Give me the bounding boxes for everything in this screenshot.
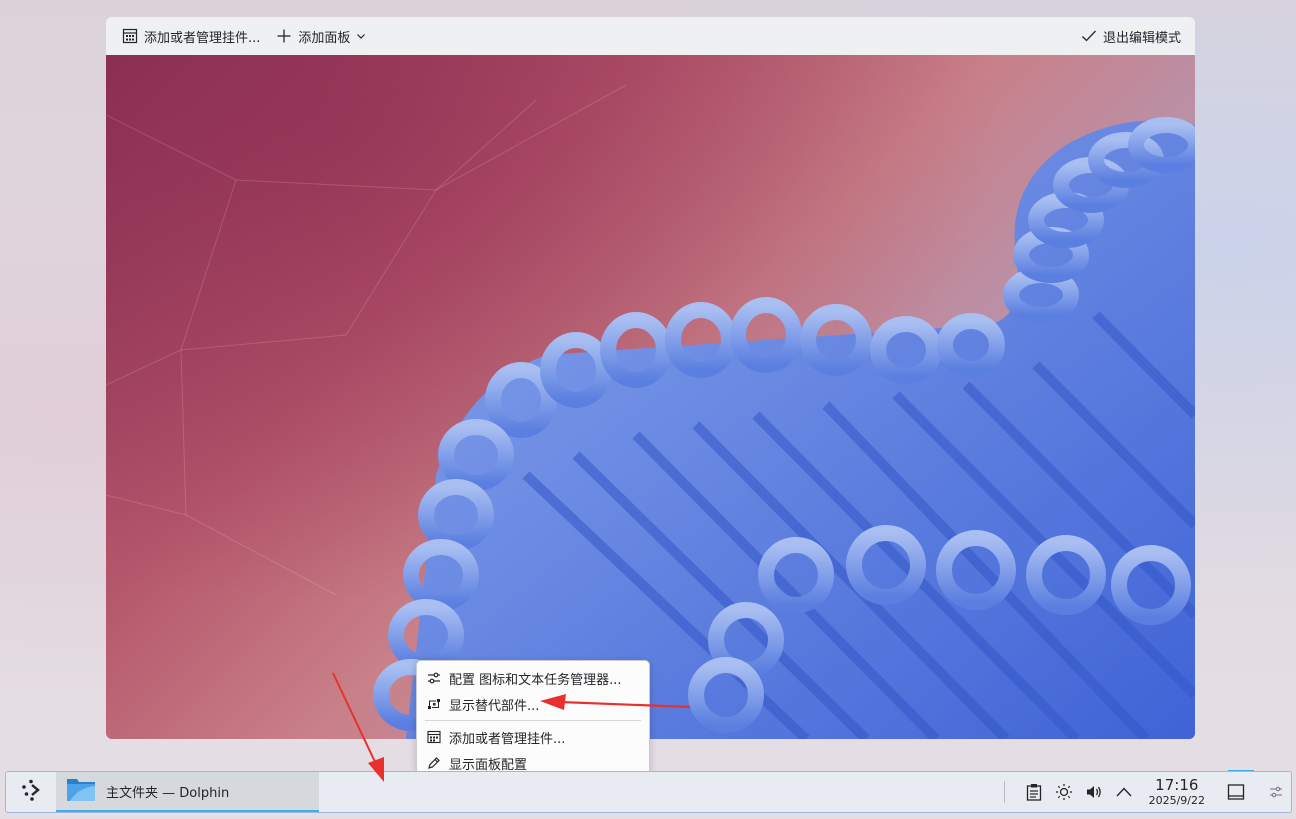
exit-edit-mode-button[interactable]: 退出编辑模式 (1075, 22, 1187, 50)
brightness-icon[interactable] (1055, 783, 1073, 801)
volume-icon[interactable] (1085, 783, 1103, 801)
menu-item-configure-task-manager[interactable]: 配置 图标和文本任务管理器... (417, 665, 649, 691)
bottom-panel[interactable]: 主文件夹 — Dolphin 17:16 2025/9/22 (5, 771, 1292, 813)
widgets-icon (427, 730, 441, 744)
kde-launcher-icon (19, 778, 43, 806)
menu-item-label: 显示面板配置 (449, 757, 528, 773)
menu-item-label: 添加或者管理挂件... (449, 731, 566, 747)
configure-icon (427, 671, 441, 685)
chevron-down-icon (356, 31, 366, 41)
folder-icon (66, 776, 96, 806)
chevron-up-icon[interactable] (1115, 783, 1133, 801)
system-tray: 17:16 2025/9/22 (1003, 776, 1291, 807)
menu-item-label: 配置 图标和文本任务管理器... (449, 672, 622, 688)
edit-mode-toolbar: 添加或者管理挂件... 添加面板 退出编辑模式 (106, 17, 1195, 55)
panel-context-menu: 配置 图标和文本任务管理器... 显示替代部件... 添加或者管理挂件... 显… (416, 660, 650, 777)
wallpaper-artwork (106, 84, 1195, 739)
application-launcher-button[interactable] (6, 771, 56, 813)
desktop-wallpaper-preview (106, 55, 1195, 739)
digital-clock[interactable]: 17:16 2025/9/22 (1148, 776, 1205, 807)
panel-settings-icon[interactable] (1267, 783, 1285, 801)
show-desktop-icon[interactable] (1227, 783, 1245, 801)
add-widgets-label: 添加或者管理挂件... (144, 30, 261, 46)
task-dolphin[interactable]: 主文件夹 — Dolphin (56, 772, 319, 812)
menu-item-show-alternatives[interactable]: 显示替代部件... (417, 691, 649, 717)
clock-time: 17:16 (1155, 776, 1199, 794)
checkmark-icon (1081, 28, 1097, 44)
clock-date: 2025/9/22 (1148, 794, 1205, 807)
alternatives-icon (427, 697, 441, 711)
add-panel-button[interactable]: 添加面板 (270, 22, 372, 50)
task-label: 主文件夹 — Dolphin (106, 785, 230, 801)
menu-separator (425, 720, 641, 721)
tray-separator (1003, 781, 1005, 803)
clipboard-icon[interactable] (1025, 783, 1043, 801)
menu-item-label: 显示替代部件... (449, 698, 540, 714)
add-widgets-button[interactable]: 添加或者管理挂件... (116, 22, 266, 50)
exit-edit-label: 退出编辑模式 (1102, 30, 1181, 46)
edit-icon (427, 756, 441, 770)
plus-icon (276, 28, 292, 44)
widgets-icon (122, 28, 138, 44)
add-panel-label: 添加面板 (298, 30, 351, 46)
menu-item-add-widgets[interactable]: 添加或者管理挂件... (417, 724, 649, 750)
